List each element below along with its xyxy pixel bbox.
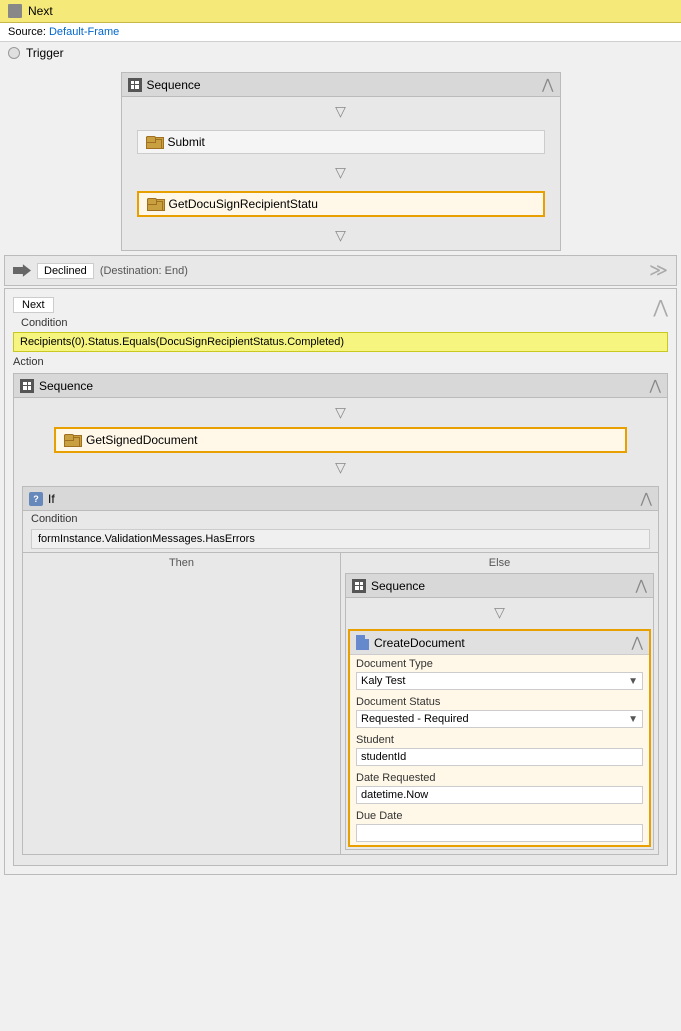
top-sequence-label: Sequence [147, 78, 201, 92]
if-collapse[interactable]: ⋀ [641, 490, 652, 507]
if-condition-box: formInstance.ValidationMessages.HasError… [31, 529, 650, 549]
if-block-header: ? If ⋀ [23, 487, 658, 511]
get-signed-doc-activity[interactable]: GetSignedDocument [54, 427, 627, 453]
student-input[interactable]: studentId [356, 748, 643, 766]
doc-icon [356, 635, 369, 650]
top-sequence-block: Sequence ⋀ ▽ Submit ▽ [121, 72, 561, 251]
arrow-3: ▽ [122, 221, 560, 250]
create-doc-header: CreateDocument ⋀ [350, 631, 649, 655]
inner-sequence-label: Sequence [39, 379, 93, 393]
condition-box: Recipients(0).Status.Equals(DocuSignReci… [13, 332, 668, 352]
create-document-block: CreateDocument ⋀ Document Type Kaly Test… [348, 629, 651, 847]
date-requested-value: datetime.Now [361, 789, 428, 801]
else-sequence-block: Sequence ⋀ ▽ Cre [345, 573, 654, 850]
if-icon: ? [29, 492, 43, 506]
get-docusign-activity-label: GetDocuSignRecipientStatu [169, 197, 318, 211]
doc-type-dropdown[interactable]: Kaly Test ▼ [356, 672, 643, 690]
inner-arrow-2: ▽ [14, 453, 667, 482]
arrow-2: ▽ [122, 158, 560, 187]
declined-destination: (Destination: End) [100, 265, 188, 277]
submit-activity[interactable]: Submit [137, 130, 545, 154]
else-header: Else [345, 557, 654, 573]
title-bar-text: Next [28, 4, 53, 18]
inner-sequence-block: Sequence ⋀ ▽ GetSignedDocument ▽ ? [13, 373, 668, 866]
next-collapse[interactable]: ⋀ [653, 297, 668, 318]
get-signed-folder-icon [64, 434, 80, 447]
get-docusign-activity[interactable]: GetDocuSignRecipientStatu [137, 191, 545, 217]
doc-status-label: Document Status [350, 693, 649, 709]
trigger-circle [8, 47, 20, 59]
doc-status-arrow: ▼ [628, 714, 638, 725]
title-bar: Next [0, 0, 681, 23]
create-doc-label: CreateDocument [374, 636, 465, 650]
else-sequence-collapse[interactable]: ⋀ [636, 577, 647, 594]
else-sequence-header: Sequence ⋀ [346, 574, 653, 598]
create-doc-collapse[interactable]: ⋀ [632, 634, 643, 651]
inner-sequence-collapse[interactable]: ⋀ [650, 377, 661, 394]
action-label: Action [5, 354, 676, 369]
student-value: studentId [361, 751, 406, 763]
source-link[interactable]: Default-Frame [49, 26, 119, 38]
source-bar: Source: Default-Frame [0, 23, 681, 42]
then-header: Then [27, 557, 336, 573]
doc-type-value: Kaly Test [361, 675, 405, 687]
student-label: Student [350, 731, 649, 747]
trigger-label: Trigger [26, 46, 64, 60]
seq-icon [128, 78, 142, 92]
due-date-input[interactable] [356, 824, 643, 842]
inner-sequence-header: Sequence ⋀ [14, 374, 667, 398]
then-col: Then [23, 553, 341, 854]
date-requested-label: Date Requested [350, 769, 649, 785]
else-arrow-1: ▽ [346, 598, 653, 627]
top-sequence-collapse[interactable]: ⋀ [542, 76, 553, 93]
workflow-icon [8, 4, 22, 18]
if-label: If [48, 492, 55, 506]
doc-status-value: Requested - Required [361, 713, 469, 725]
date-requested-input[interactable]: datetime.Now [356, 786, 643, 804]
next-section-panel: Next Condition ⋀ Recipients(0).Status.Eq… [4, 288, 677, 875]
doc-status-dropdown[interactable]: Requested - Required ▼ [356, 710, 643, 728]
doc-type-arrow: ▼ [628, 676, 638, 687]
top-sequence-header: Sequence ⋀ [122, 73, 560, 97]
declined-collapse[interactable]: ≫ [649, 260, 668, 281]
submit-folder-icon [146, 136, 162, 149]
if-block: ? If ⋀ Condition formInstance.Validation… [22, 486, 659, 855]
else-seq-icon [352, 579, 366, 593]
condition-label: Condition [13, 315, 75, 330]
inner-arrow-1: ▽ [14, 398, 667, 427]
next-badge: Next [13, 297, 54, 313]
arrow-1: ▽ [122, 97, 560, 126]
doc-type-label: Document Type [350, 655, 649, 671]
due-date-label: Due Date [350, 807, 649, 823]
else-sequence-label: Sequence [371, 579, 425, 593]
else-col: Else Sequence ⋀ [341, 553, 658, 854]
main-content: Sequence ⋀ ▽ Submit ▽ [0, 64, 681, 881]
get-docusign-folder-icon [147, 198, 163, 211]
trigger-row: Trigger [0, 42, 681, 64]
declined-transition-bar: Declined (Destination: End) ≫ [4, 255, 677, 286]
submit-activity-label: Submit [168, 135, 205, 149]
if-condition-label: Condition [23, 511, 658, 526]
then-else-row: Then Else Sequence [23, 552, 658, 854]
declined-arrow-icon [13, 264, 31, 278]
declined-badge: Declined [37, 263, 94, 279]
source-label: Source: [8, 26, 46, 38]
inner-seq-icon [20, 379, 34, 393]
get-signed-doc-label: GetSignedDocument [86, 433, 197, 447]
